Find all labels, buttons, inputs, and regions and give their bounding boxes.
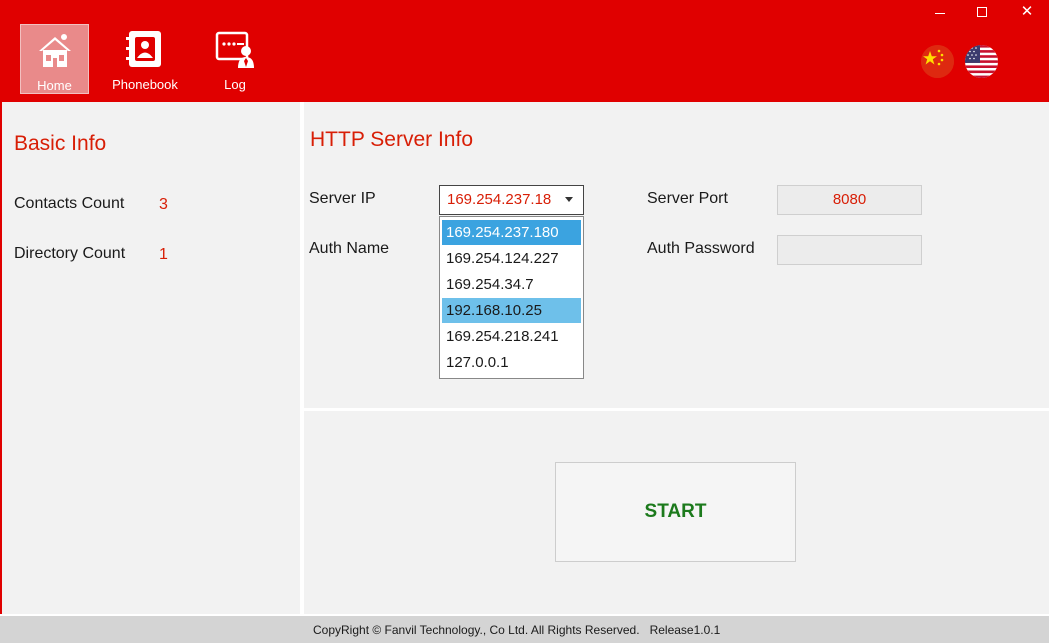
minimize-button[interactable] xyxy=(929,3,951,21)
maximize-icon xyxy=(977,7,987,17)
server-port-label: Server Port xyxy=(647,190,728,207)
release-version: Release1.0.1 xyxy=(649,623,721,637)
server-port-field[interactable]: 8080 xyxy=(777,185,922,215)
close-icon: ✕ xyxy=(1020,3,1034,20)
copyright-text: CopyRight © Fanvil Technology., Co Ltd. … xyxy=(313,623,640,637)
home-icon xyxy=(38,34,71,67)
auth-password-label: Auth Password xyxy=(647,240,755,257)
minimize-icon xyxy=(935,13,945,14)
server-ip-select[interactable]: 169.254.237.18 xyxy=(439,185,584,215)
nav-home-button[interactable]: Home xyxy=(20,24,89,94)
server-ip-dropdown-list: 169.254.237.180 169.254.124.227 169.254.… xyxy=(439,216,584,379)
start-button[interactable]: START xyxy=(555,462,796,562)
http-server-info-title: HTTP Server Info xyxy=(310,128,473,151)
action-panel: START xyxy=(304,411,1049,614)
chinese-flag-icon[interactable] xyxy=(921,45,954,78)
phonebook-icon xyxy=(126,31,161,67)
contacts-count-value: 3 xyxy=(159,196,168,213)
nav-phonebook-label: Phonebook xyxy=(112,77,178,92)
footer-text: CopyRight © Fanvil Technology., Co Ltd. … xyxy=(313,623,720,637)
directory-count-value: 1 xyxy=(159,246,168,263)
dropdown-option[interactable]: 169.254.124.227 xyxy=(442,246,581,271)
us-flag-graphic xyxy=(965,45,998,78)
chinese-flag-graphic xyxy=(921,45,954,78)
basic-info-title: Basic Info xyxy=(14,132,107,155)
log-icon xyxy=(215,31,254,68)
basic-info-panel: Basic Info Contacts Count 3 Directory Co… xyxy=(0,102,300,614)
dropdown-option[interactable]: 169.254.218.241 xyxy=(442,324,581,349)
app-header: ✕ Home Phonebook Log xyxy=(0,0,1049,102)
auth-name-label: Auth Name xyxy=(309,240,390,257)
dropdown-option[interactable]: 127.0.0.1 xyxy=(442,350,581,375)
dropdown-option[interactable]: 169.254.237.180 xyxy=(442,220,581,245)
close-button[interactable]: ✕ xyxy=(1016,3,1038,21)
us-flag-icon[interactable] xyxy=(965,45,998,78)
http-server-info-panel: HTTP Server Info Server IP 169.254.237.1… xyxy=(304,102,1049,408)
server-ip-value: 169.254.237.18 xyxy=(447,191,552,208)
chevron-down-icon xyxy=(565,197,573,202)
dropdown-option[interactable]: 169.254.34.7 xyxy=(442,272,581,297)
nav-phonebook-button[interactable]: Phonebook xyxy=(106,24,184,94)
directory-count-label: Directory Count xyxy=(14,245,126,262)
nav-home-label: Home xyxy=(37,78,72,93)
nav-log-button[interactable]: Log xyxy=(200,24,270,94)
dropdown-option[interactable]: 192.168.10.25 xyxy=(442,298,581,323)
status-footer: CopyRight © Fanvil Technology., Co Ltd. … xyxy=(0,616,1049,643)
nav-log-label: Log xyxy=(224,77,246,92)
maximize-button[interactable] xyxy=(971,3,993,21)
contacts-count-label: Contacts Count xyxy=(14,195,125,212)
server-ip-label: Server IP xyxy=(309,190,376,207)
auth-password-field[interactable] xyxy=(777,235,922,265)
